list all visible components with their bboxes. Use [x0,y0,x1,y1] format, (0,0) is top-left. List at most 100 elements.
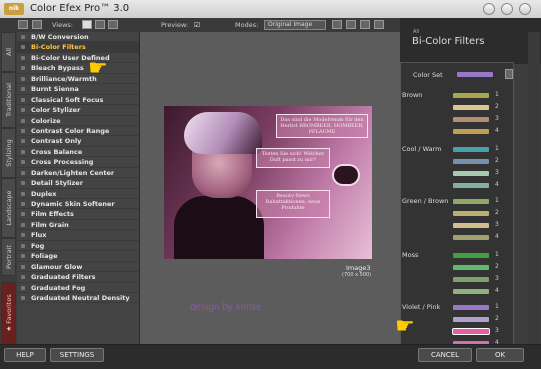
color-swatch[interactable] [453,93,489,98]
minimize-button[interactable] [483,3,495,15]
group-label: Violet / Pink [402,303,441,311]
settings-button[interactable]: SETTINGS [50,348,104,362]
view-single-icon[interactable] [82,20,92,29]
filter-list: B/W Conversion Bi-Color Filters Bi-Color… [17,32,139,344]
color-set-swatch[interactable] [457,72,493,77]
maximize-button[interactable] [501,3,513,15]
group-label: Moss [402,251,419,259]
color-swatch[interactable] [453,211,489,216]
pointing-hand-icon: ☛ [88,56,108,81]
swatch-number: 1 [495,303,499,310]
swatch-number: 2 [495,103,499,110]
zoom-icon[interactable] [346,20,356,29]
filter-item[interactable]: Duplex [17,189,139,199]
filter-item[interactable]: Graduated Fog [17,283,139,293]
filter-item[interactable]: Cross Processing [17,157,139,168]
filter-item[interactable]: Color Stylizer [17,105,139,116]
filter-item[interactable]: Fog [17,241,139,252]
tab-portrait[interactable]: Portrait [1,238,16,276]
modes-select[interactable]: Original Image [264,20,326,30]
filter-item[interactable]: Cross Balance [17,147,139,158]
filter-item[interactable]: Colorize [17,116,139,126]
filter-item[interactable]: B/W Conversion [17,32,139,43]
tab-stylizing[interactable]: Stylizing [1,128,16,178]
hair-shape [184,112,262,154]
text-card: Beauty-News Rabattaktionen, neue Produkt… [256,190,330,218]
preview-checkbox[interactable]: ☑ [194,21,200,29]
color-swatch[interactable] [453,277,489,282]
dropdown-arrow-icon[interactable] [505,69,513,79]
image-caption: Image3 [346,264,371,272]
swatch-number: 1 [495,251,499,258]
swatch-number: 4 [495,233,499,240]
color-swatch-selected[interactable] [452,328,490,335]
color-swatch[interactable] [453,199,489,204]
modes-label: Modes: [235,21,259,29]
color-swatch[interactable] [453,265,489,270]
filter-item[interactable]: Film Grain [17,220,139,231]
split-view-icon[interactable] [32,20,42,29]
color-swatch[interactable] [453,289,489,294]
tab-traditional[interactable]: Traditional [1,72,16,128]
filter-item[interactable]: Graduated Filters [17,272,139,283]
color-swatch[interactable] [453,223,489,228]
color-swatch[interactable] [453,105,489,110]
filter-item[interactable]: Graduated Neutral Density [17,293,139,304]
view-split-icon[interactable] [95,20,105,29]
group-label: Brown [402,91,423,99]
filter-item[interactable]: Detail Stylizer [17,178,139,189]
hand-tool-icon[interactable] [360,20,370,29]
tab-landscape[interactable]: Landscape [1,178,16,238]
tab-all[interactable]: All [1,32,16,72]
filter-item-selected[interactable]: Bi-Color Filters [17,42,139,53]
filter-item[interactable]: Bleach Bypass [17,63,139,74]
help-button[interactable]: HELP [4,348,46,362]
title-bar: nik Color Efex Pro™ 3.0 [0,0,541,19]
filter-item[interactable]: Classical Soft Focus [17,95,139,106]
color-swatch[interactable] [453,305,489,310]
color-swatch[interactable] [453,317,489,322]
category-label: All [413,29,420,35]
close-button[interactable] [519,3,531,15]
swatch-number: 2 [495,209,499,216]
color-swatch[interactable] [453,117,489,122]
swatch-number: 1 [495,91,499,98]
figure-shape [174,196,264,259]
views-label: Views: [52,21,74,29]
filter-item[interactable]: Brilliance/Warmth [17,74,139,85]
swatch-number: 4 [495,181,499,188]
fit-icon[interactable] [374,20,384,29]
filter-item[interactable]: Burnt Sienna [17,84,139,95]
ok-button[interactable]: OK [476,348,524,362]
preview-area: Das sind die Modefrends für den Herbst B… [140,32,400,344]
filter-item[interactable]: Glamour Glow [17,262,139,273]
filter-item[interactable]: Flux [17,230,139,241]
color-swatch[interactable] [453,129,489,134]
scrollbar[interactable] [528,32,540,344]
color-swatch[interactable] [453,147,489,152]
filter-item[interactable]: Contrast Only [17,136,139,147]
swatch-number: 1 [495,197,499,204]
filter-item[interactable]: Dynamic Skin Softener [17,199,139,210]
filter-item[interactable]: Bi-Color User Defined [17,53,139,64]
color-swatch[interactable] [453,159,489,164]
category-tabs: All Traditional Stylizing Landscape Port… [0,32,17,344]
color-swatch[interactable] [453,235,489,240]
color-set-label: Color Set [413,71,443,79]
color-swatch[interactable] [453,183,489,188]
swatch-number: 4 [495,287,499,294]
filter-item[interactable]: Darken/Lighten Center [17,168,139,179]
cancel-button[interactable]: CANCEL [418,348,472,362]
filter-title: Bi-Color Filters [412,36,485,47]
color-swatch[interactable] [453,253,489,258]
arrow-tool-icon[interactable] [332,20,342,29]
group-label: Cool / Warm [402,145,442,153]
filter-item[interactable]: Foliage [17,251,139,262]
filter-item[interactable]: Film Effects [17,209,139,220]
window-title: Color Efex Pro™ 3.0 [30,3,130,14]
tab-favorites[interactable]: ★ Favorites [1,282,16,344]
view-side-icon[interactable] [108,20,118,29]
filter-item[interactable]: Contrast Color Range [17,126,139,137]
color-swatch[interactable] [453,171,489,176]
single-view-icon[interactable] [18,20,28,29]
